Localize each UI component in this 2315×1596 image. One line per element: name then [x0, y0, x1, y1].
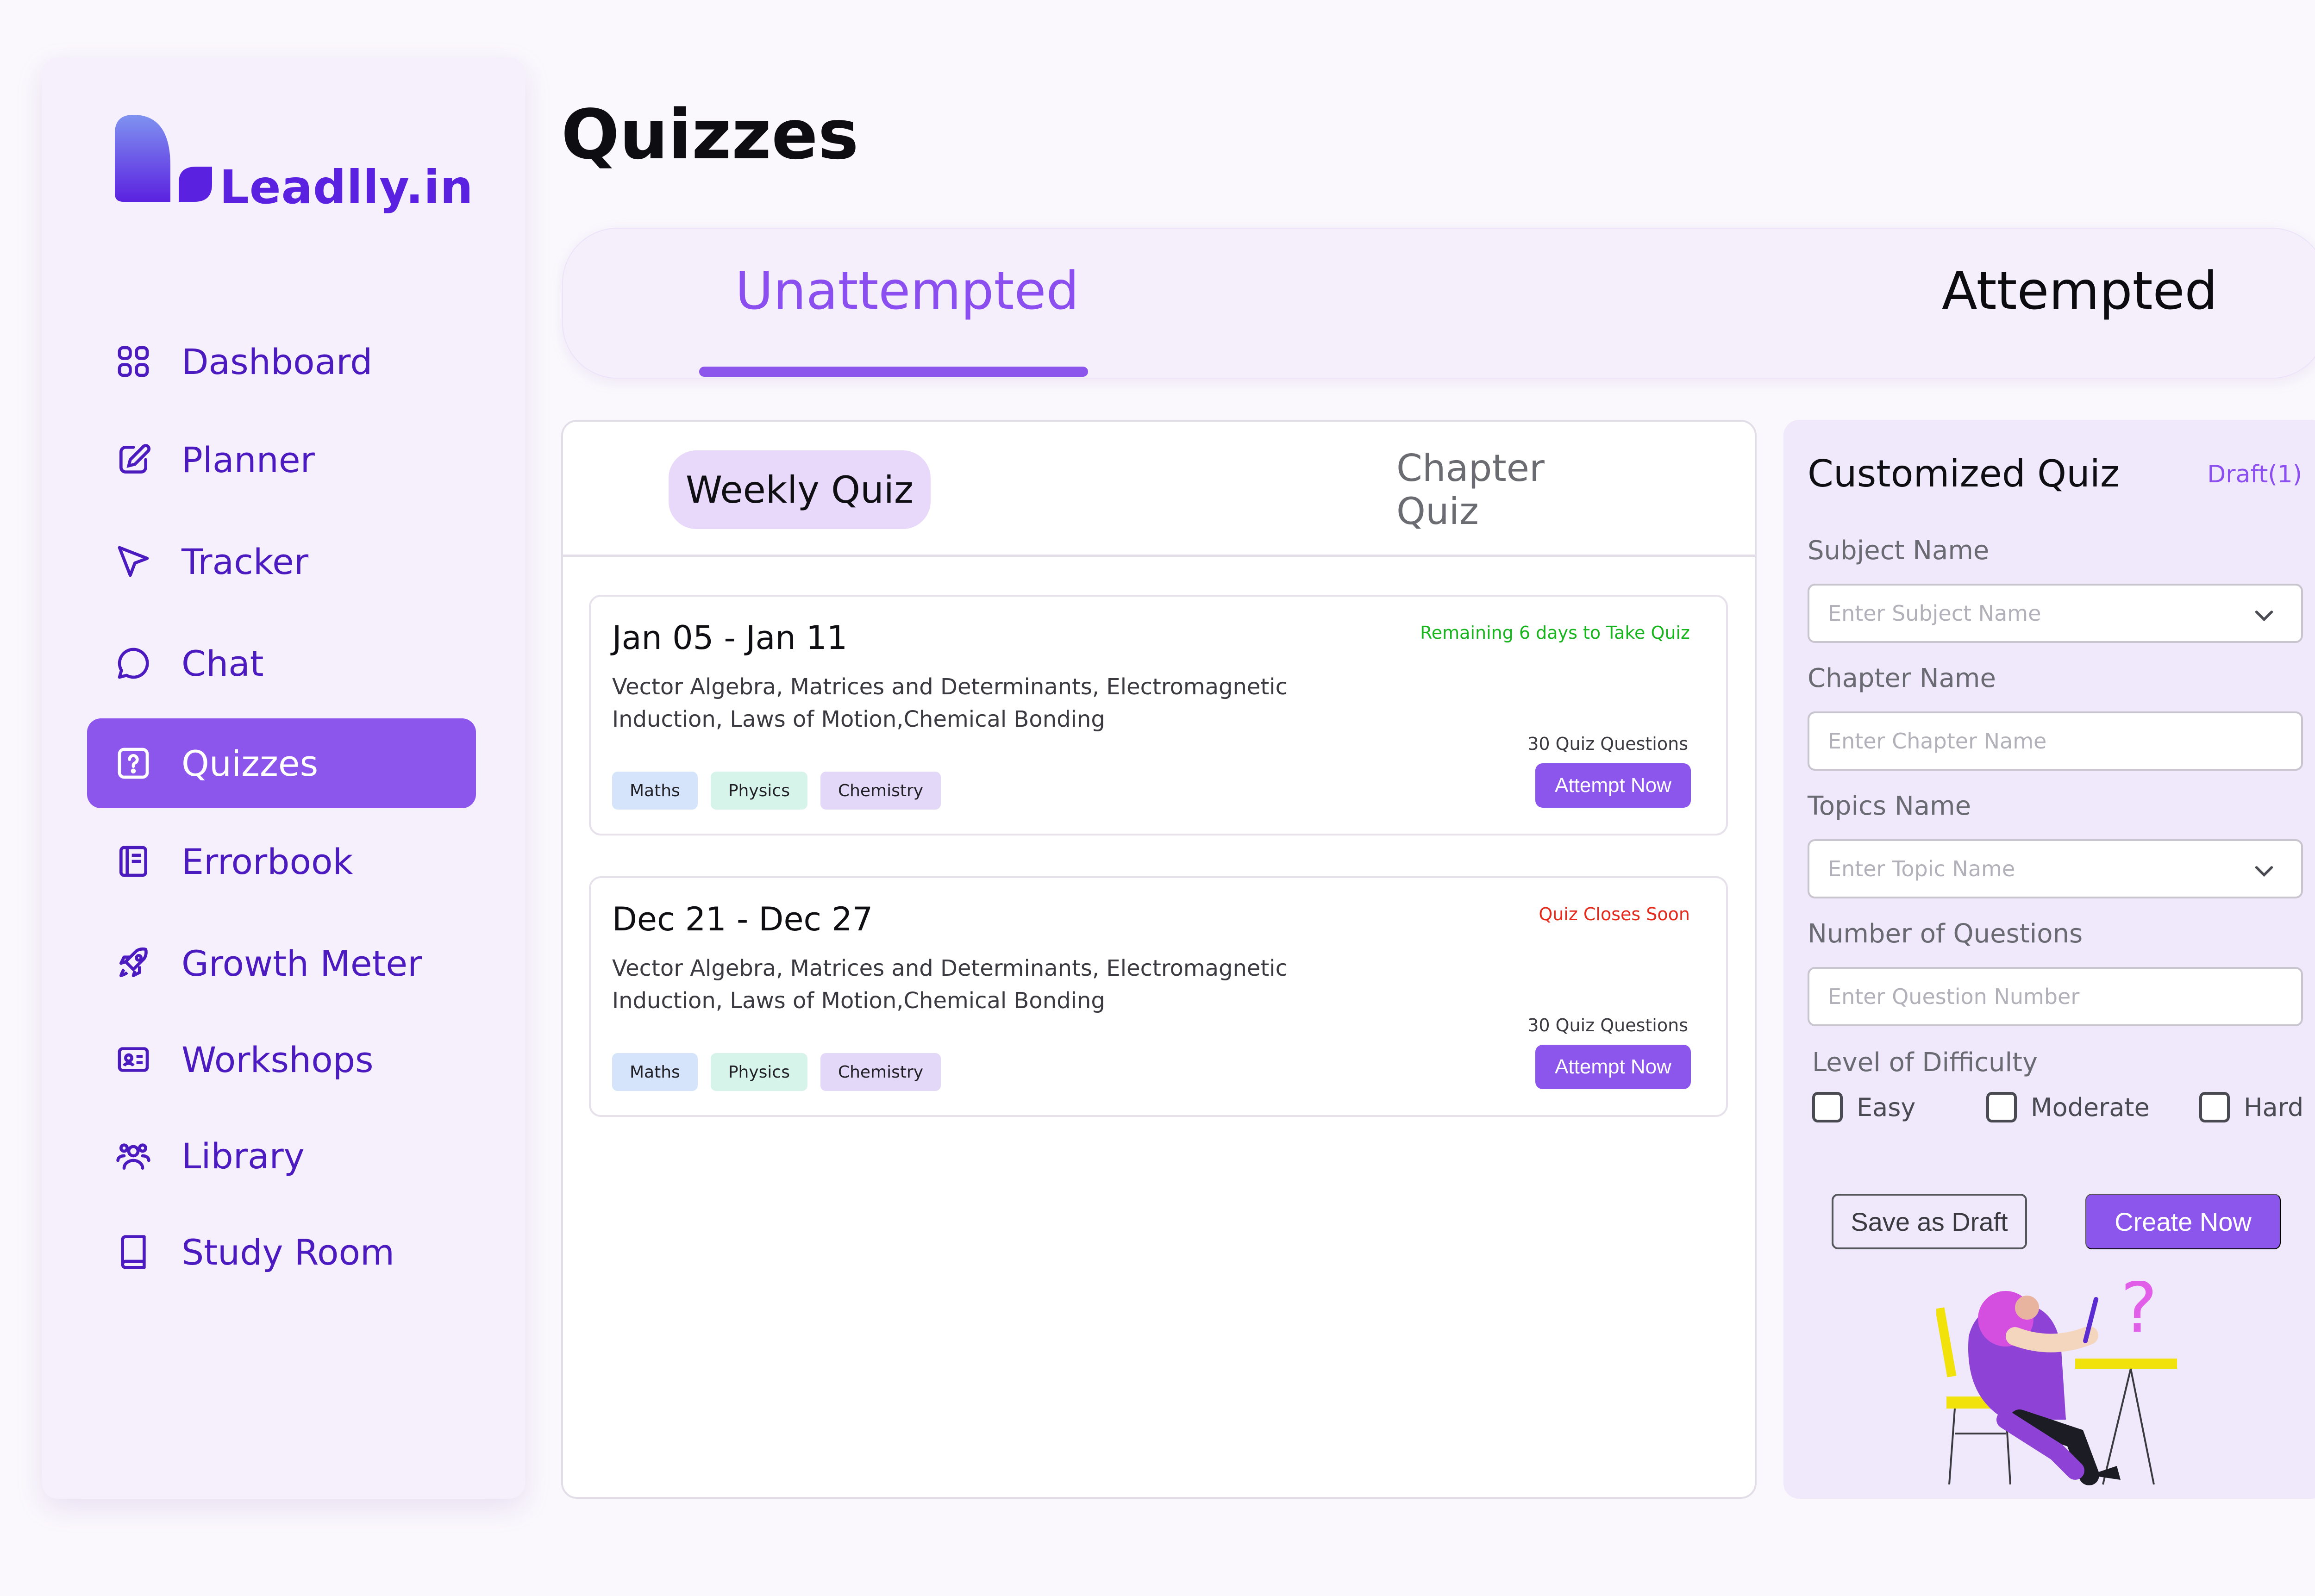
rocket-icon [113, 943, 154, 984]
checkbox-label: Easy [1857, 1092, 1916, 1122]
svg-text:?: ? [2121, 1281, 2158, 1348]
sidebar-item-quizzes[interactable]: Quizzes [87, 718, 476, 808]
difficulty-easy-checkbox[interactable]: Easy [1812, 1092, 1915, 1122]
difficulty-moderate-checkbox[interactable]: Moderate [1986, 1092, 2150, 1122]
question-number-input[interactable]: Enter Question Number [1808, 967, 2303, 1026]
edit-icon [113, 439, 154, 480]
send-icon [113, 541, 154, 582]
quiz-date-range: Jan 05 - Jan 11 [612, 619, 848, 657]
tab-unattempted[interactable]: Unattempted [735, 261, 1079, 321]
create-now-button[interactable]: Create Now [2085, 1194, 2281, 1249]
quiz-topics: Vector Algebra, Matrices and Determinant… [612, 955, 1288, 1014]
chapter-input[interactable]: Enter Chapter Name [1808, 711, 2303, 771]
questions-placeholder: Enter Question Number [1828, 984, 2080, 1009]
save-as-draft-button[interactable]: Save as Draft [1832, 1194, 2027, 1249]
logo-mark-icon [115, 115, 212, 202]
questions-label: Number of Questions [1808, 919, 2083, 949]
checkbox-label: Moderate [2031, 1092, 2150, 1122]
checkbox-label: Hard [2244, 1092, 2304, 1122]
quiz-date-range: Dec 21 - Dec 27 [612, 900, 873, 938]
brand-name: Leadlly.in [219, 160, 474, 214]
difficulty-options: Easy Moderate Hard [1812, 1092, 2312, 1134]
sidebar-item-library[interactable]: Library [87, 1111, 476, 1201]
quiz-card: Jan 05 - Jan 11 Remaining 6 days to Take… [589, 595, 1728, 835]
quiz-question-count: 30 Quiz Questions [1527, 1015, 1688, 1035]
tag-maths: Maths [612, 1053, 698, 1091]
checkbox-box[interactable] [2199, 1092, 2230, 1122]
sidebar-item-label: Dashboard [181, 341, 373, 382]
sidebar-item-label: Tracker [181, 541, 309, 582]
chevron-down-icon [2255, 611, 2273, 622]
notebook-icon [113, 841, 154, 882]
topics-select[interactable]: Enter Topic Name [1808, 839, 2303, 898]
tab-chapter-quiz[interactable]: Chapter Quiz [1396, 447, 1628, 533]
users-icon [113, 1135, 154, 1176]
subject-tags: Maths Physics Chemistry [612, 772, 941, 810]
subject-label: Subject Name [1808, 536, 1990, 566]
sidebar-item-study-room[interactable]: Study Room [87, 1207, 476, 1297]
subject-tags: Maths Physics Chemistry [612, 1053, 941, 1091]
attempt-now-button[interactable]: Attempt Now [1535, 1045, 1691, 1089]
quiz-question-count: 30 Quiz Questions [1527, 734, 1688, 754]
topics-label: Topics Name [1808, 791, 1971, 821]
subject-select[interactable]: Enter Subject Name [1808, 584, 2303, 643]
student-quiz-illustration: ? [1936, 1281, 2177, 1485]
quiz-status-text: Remaining 6 days to Take Quiz [1420, 623, 1690, 643]
page-title: Quizzes [561, 95, 859, 175]
sidebar-item-chat[interactable]: Chat [87, 618, 476, 708]
id-card-icon [113, 1039, 154, 1080]
sidebar-item-label: Study Room [181, 1231, 395, 1273]
active-tab-indicator [699, 367, 1088, 377]
sidebar-item-tracker[interactable]: Tracker [87, 517, 476, 606]
quiz-list-panel: Weekly Quiz Chapter Quiz Jan 05 - Jan 11… [561, 420, 1757, 1499]
sidebar-item-label: Growth Meter [181, 942, 422, 984]
tab-attempted[interactable]: Attempted [1942, 261, 2218, 321]
customized-quiz-panel: Customized Quiz Draft(1) Subject Name En… [1783, 420, 2315, 1499]
difficulty-hard-checkbox[interactable]: Hard [2199, 1092, 2303, 1122]
checkbox-box[interactable] [1812, 1092, 1843, 1122]
dashboard-grid-icon [113, 341, 154, 382]
sidebar-item-dashboard[interactable]: Dashboard [87, 317, 476, 406]
checkbox-box[interactable] [1986, 1092, 2017, 1122]
sidebar-item-label: Workshops [181, 1039, 374, 1080]
tab-weekly-quiz[interactable]: Weekly Quiz [669, 450, 931, 529]
sidebar: Leadlly.in Dashboard Planner Tracker Cha… [42, 57, 525, 1499]
chapter-label: Chapter Name [1808, 663, 1996, 693]
sidebar-item-planner[interactable]: Planner [87, 415, 476, 505]
sidebar-item-label: Errorbook [181, 841, 353, 882]
chapter-placeholder: Enter Chapter Name [1828, 729, 2047, 754]
topics-placeholder: Enter Topic Name [1828, 856, 2015, 881]
tag-physics: Physics [710, 1053, 807, 1091]
sidebar-item-workshops[interactable]: Workshops [87, 1015, 476, 1104]
attempt-now-button[interactable]: Attempt Now [1535, 763, 1691, 808]
question-box-icon [113, 743, 154, 784]
sidebar-item-label: Chat [181, 642, 264, 684]
customized-quiz-title: Customized Quiz [1808, 452, 2120, 495]
tag-maths: Maths [612, 772, 698, 810]
quiz-type-tabs: Weekly Quiz Chapter Quiz [563, 422, 1755, 557]
sidebar-item-errorbook[interactable]: Errorbook [87, 817, 476, 906]
subject-placeholder: Enter Subject Name [1828, 601, 2041, 626]
quiz-status-tabs: Unattempted Attempted [562, 228, 2315, 379]
sidebar-item-growth-meter[interactable]: Growth Meter [87, 918, 476, 1008]
quiz-topics: Vector Algebra, Matrices and Determinant… [612, 674, 1288, 732]
tag-physics: Physics [710, 772, 807, 810]
tag-chemistry: Chemistry [820, 772, 941, 810]
drafts-link[interactable]: Draft(1) [2207, 461, 2302, 488]
chevron-down-icon [2255, 866, 2273, 877]
sidebar-item-label: Quizzes [181, 742, 319, 784]
quiz-status-text: Quiz Closes Soon [1539, 904, 1690, 924]
sidebar-item-label: Planner [181, 439, 315, 480]
book-icon [113, 1232, 154, 1272]
tag-chemistry: Chemistry [820, 1053, 941, 1091]
sidebar-item-label: Library [181, 1135, 305, 1177]
quiz-card: Dec 21 - Dec 27 Quiz Closes Soon Vector … [589, 876, 1728, 1117]
chat-bubble-icon [113, 643, 154, 684]
difficulty-label: Level of Difficulty [1812, 1047, 2038, 1078]
brand-logo[interactable]: Leadlly.in [115, 115, 513, 263]
